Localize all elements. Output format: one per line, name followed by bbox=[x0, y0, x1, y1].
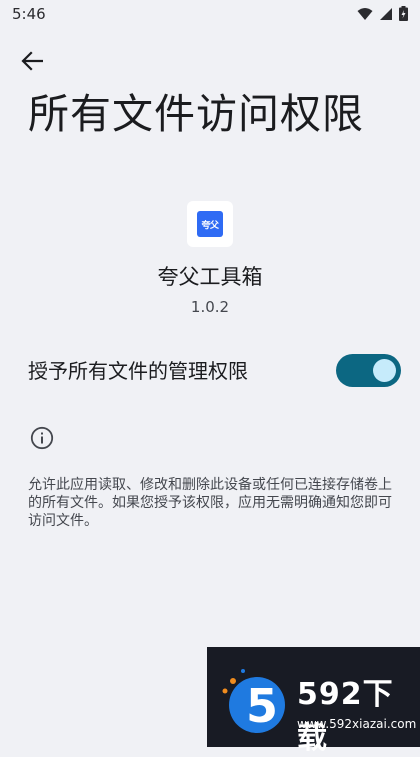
back-button[interactable] bbox=[14, 45, 50, 77]
arrow-left-icon bbox=[21, 51, 43, 71]
wifi-icon bbox=[357, 7, 373, 20]
status-bar: 5:46 bbox=[0, 0, 420, 30]
watermark-brand: 592下载 bbox=[297, 677, 394, 756]
info-icon bbox=[30, 426, 54, 450]
watermark: 5 592下载 www.592xiazai.com bbox=[207, 647, 420, 756]
app-version: 1.0.2 bbox=[190, 298, 230, 316]
watermark-logo-icon: 5 bbox=[222, 669, 285, 733]
status-time: 5:46 bbox=[12, 5, 46, 23]
watermark-url: www.592xiazai.com bbox=[297, 717, 417, 731]
app-icon: 夸父 bbox=[187, 201, 233, 247]
permission-description: 允许此应用读取、修改和删除此设备或任何已连接存储卷上的所有文件。如果您授予该权限… bbox=[28, 477, 392, 529]
all-files-access-toggle[interactable] bbox=[336, 354, 401, 387]
battery-icon bbox=[399, 6, 408, 21]
app-icon-text: 夸父 bbox=[201, 220, 219, 231]
watermark-logo-digit: 5 bbox=[246, 679, 278, 733]
page-title: 所有文件访问权限 bbox=[28, 90, 364, 138]
setting-label: 授予所有文件的管理权限 bbox=[28, 359, 248, 383]
status-icons bbox=[357, 6, 408, 21]
toggle-thumb bbox=[373, 359, 396, 382]
app-logo-icon: 夸父 bbox=[197, 211, 223, 237]
app-name: 夸父工具箱 bbox=[157, 265, 263, 289]
cellular-icon bbox=[380, 7, 392, 20]
